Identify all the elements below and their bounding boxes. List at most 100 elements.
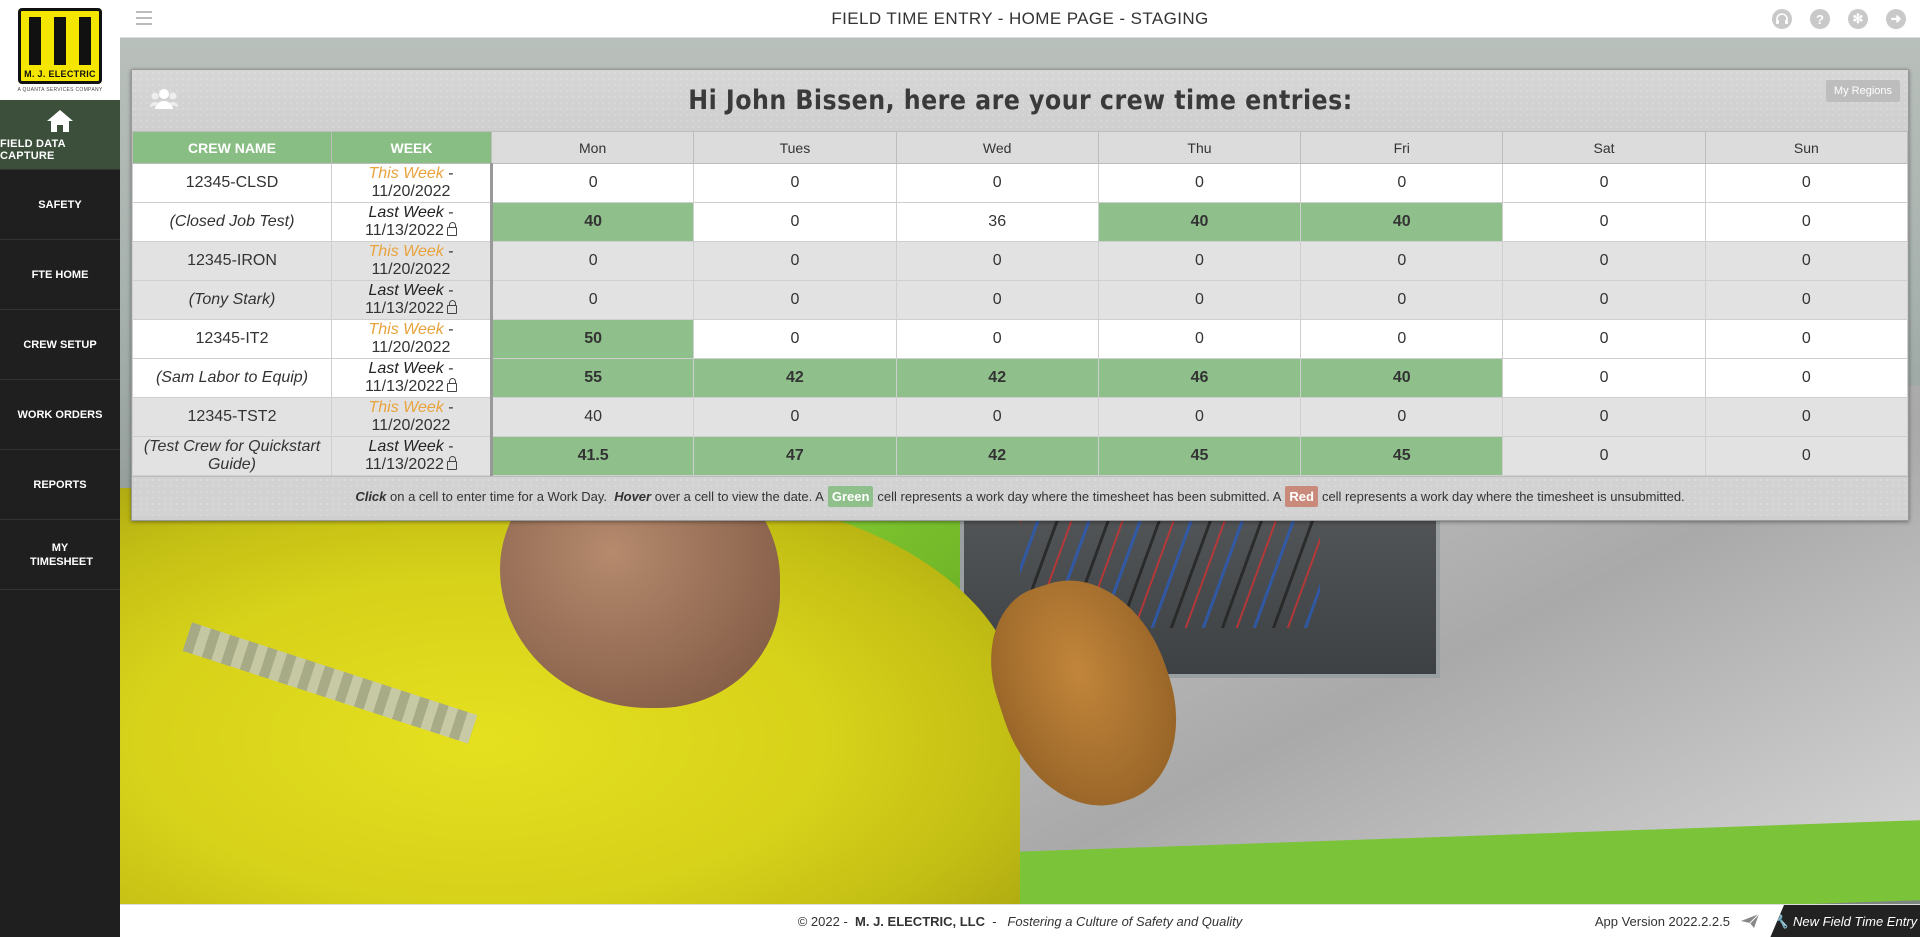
day-hours-cell[interactable]: 0	[1502, 202, 1706, 242]
sidebar-item-my-timesheet[interactable]: MY TIMESHEET	[0, 520, 120, 590]
week-label: Last Week	[368, 282, 444, 299]
week-label: This Week	[368, 399, 444, 416]
day-hours-cell[interactable]: 0	[1300, 319, 1504, 359]
day-hours-cell[interactable]: 0	[1502, 241, 1706, 281]
new-entry-label: New Field Time Entry	[1793, 914, 1918, 929]
day-hours-cell[interactable]: 0	[693, 280, 897, 320]
sidebar-item-work-orders[interactable]: WORK ORDERS	[0, 380, 120, 450]
day-hours-cell[interactable]: 40	[490, 202, 695, 242]
day-hours-cell[interactable]: 0	[490, 163, 695, 203]
sidebar-item-field-data-capture[interactable]: FIELD DATA CAPTURE	[0, 100, 120, 170]
day-hours-cell[interactable]: 45	[1300, 436, 1504, 476]
day-hours-cell[interactable]: 47	[693, 436, 897, 476]
day-hours-cell[interactable]: 0	[1097, 319, 1302, 359]
new-field-time-entry-button[interactable]: 🔧 New Field Time Entry	[1770, 905, 1920, 937]
sidebar-item-label: SAFETY	[38, 198, 82, 211]
day-hours-cell[interactable]: 55	[490, 358, 695, 398]
day-hours-cell[interactable]: 40	[1300, 202, 1504, 242]
day-hours-cell[interactable]: 42	[895, 436, 1099, 476]
table-row: (Test Crew for Quickstart Guide) Last Wee…	[132, 436, 1909, 476]
week-label: Last Week	[368, 204, 444, 221]
sidebar-item-label: CREW SETUP	[23, 338, 97, 351]
day-hours-cell[interactable]: 0	[693, 202, 897, 242]
day-hours-cell[interactable]: 0	[1502, 358, 1706, 398]
day-hours-cell[interactable]: 0	[693, 397, 897, 437]
settings-icon[interactable]: ✻	[1848, 9, 1868, 29]
headset-icon[interactable]	[1772, 9, 1792, 29]
day-hours-cell[interactable]: 0	[1097, 280, 1302, 320]
sidebar: M. J. ELECTRIC A QUANTA SERVICES COMPANY…	[0, 0, 120, 937]
day-hours-cell[interactable]: 0	[490, 280, 695, 320]
day-hours-cell[interactable]: 0	[895, 397, 1099, 437]
day-hours-cell[interactable]: 0	[895, 163, 1099, 203]
day-hours-cell[interactable]: 0	[1502, 280, 1706, 320]
day-hours-cell[interactable]: 0	[1704, 280, 1909, 320]
day-hours-cell[interactable]: 0	[1502, 163, 1706, 203]
crew-name-link[interactable]: 12345-IRON	[132, 241, 332, 281]
crew-entries-panel: Hi John Bissen, here are your crew time …	[131, 69, 1909, 521]
day-hours-cell[interactable]: 0	[1097, 241, 1302, 281]
my-regions-button[interactable]: My Regions	[1825, 80, 1900, 102]
day-hours-cell[interactable]: 40	[490, 397, 695, 437]
day-hours-cell[interactable]: 0	[1704, 319, 1909, 359]
day-hours-cell[interactable]: 0	[1300, 163, 1504, 203]
day-hours-cell[interactable]: 0	[693, 319, 897, 359]
week-date: 11/13/2022	[365, 378, 444, 395]
day-hours-cell[interactable]: 46	[1097, 358, 1302, 398]
day-hours-cell[interactable]: 0	[1502, 319, 1706, 359]
crew-time-table: CREW NAME WEEK Mon Tues Wed Thu Fri Sat …	[132, 131, 1909, 476]
week-cell: Last Week - 11/13/2022	[331, 358, 493, 398]
company-logo[interactable]: M. J. ELECTRIC A QUANTA SERVICES COMPANY	[0, 0, 120, 100]
day-hours-cell[interactable]: 42	[895, 358, 1099, 398]
day-hours-cell[interactable]: 50	[490, 319, 695, 359]
day-hours-cell[interactable]: 41.5	[490, 436, 695, 476]
day-hours-cell[interactable]: 0	[1704, 202, 1909, 242]
copyright-text: © 2022 -	[797, 914, 848, 929]
sidebar-item-fte-home[interactable]: FTE HOME	[0, 240, 120, 310]
day-hours-cell[interactable]: 0	[895, 280, 1099, 320]
crew-name-link[interactable]: 12345-TST2	[132, 397, 332, 437]
day-hours-cell[interactable]: 45	[1097, 436, 1302, 476]
day-hours-cell[interactable]: 0	[1097, 163, 1302, 203]
day-hours-cell[interactable]: 40	[1097, 202, 1302, 242]
sidebar-item-safety[interactable]: SAFETY	[0, 170, 120, 240]
day-hours-cell[interactable]: 0	[1502, 436, 1706, 476]
day-hours-cell[interactable]: 0	[1704, 241, 1909, 281]
day-hours-cell[interactable]: 0	[1502, 397, 1706, 437]
crew-icon	[150, 89, 178, 109]
legend-click-text: on a cell to enter time for a Work Day.	[390, 489, 608, 504]
day-hours-cell[interactable]: 0	[1704, 358, 1909, 398]
week-date: 11/20/2022	[371, 183, 451, 200]
day-hours-cell[interactable]: 0	[693, 241, 897, 281]
day-hours-cell[interactable]: 0	[1300, 280, 1504, 320]
week-cell: This Week - 11/20/2022	[331, 397, 493, 437]
day-hours-cell[interactable]: 42	[693, 358, 897, 398]
table-row: (Tony Stark) Last Week - 11/13/2022 0 0 0 0 0 0…	[132, 280, 1909, 320]
day-hours-cell[interactable]: 0	[895, 319, 1099, 359]
day-hours-cell[interactable]: 0	[1300, 397, 1504, 437]
legend-red-text: cell represents a work day where the tim…	[1321, 489, 1685, 504]
day-hours-cell[interactable]: 0	[1704, 163, 1909, 203]
sidebar-item-reports[interactable]: REPORTS	[0, 450, 120, 520]
day-hours-cell[interactable]: 0	[895, 241, 1099, 281]
send-feedback-icon[interactable]	[1740, 913, 1760, 929]
sidebar-item-crew-setup[interactable]: CREW SETUP	[0, 310, 120, 380]
day-hours-cell[interactable]: 0	[1704, 436, 1909, 476]
crew-name-link[interactable]: 12345-IT2	[132, 319, 332, 359]
lock-icon	[446, 378, 457, 392]
column-header-sat: Sat	[1502, 131, 1706, 164]
week-label: Last Week	[368, 360, 444, 377]
day-hours-cell[interactable]: 0	[693, 163, 897, 203]
column-header-wed: Wed	[895, 131, 1099, 164]
logout-icon[interactable]: ➜	[1886, 9, 1906, 29]
day-hours-cell[interactable]: 40	[1300, 358, 1504, 398]
legend-hover-text: over a cell to view the date. A	[654, 489, 824, 504]
day-hours-cell[interactable]: 0	[1097, 397, 1302, 437]
crew-name-link[interactable]: 12345-CLSD	[132, 163, 332, 203]
day-hours-cell[interactable]: 36	[895, 202, 1099, 242]
day-hours-cell[interactable]: 0	[1300, 241, 1504, 281]
day-hours-cell[interactable]: 0	[1704, 397, 1909, 437]
help-icon[interactable]: ?	[1810, 9, 1830, 29]
day-hours-cell[interactable]: 0	[490, 241, 695, 281]
week-date: 11/13/2022	[365, 222, 444, 239]
